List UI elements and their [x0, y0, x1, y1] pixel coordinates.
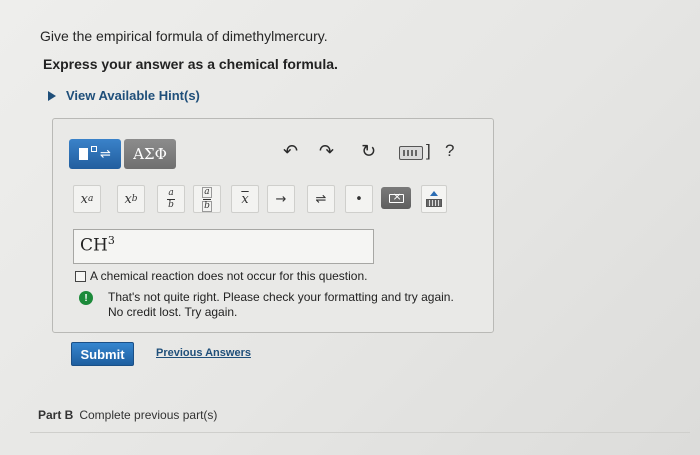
fraction-icon: a b: [167, 187, 175, 210]
subscript-key-base: x: [124, 191, 132, 207]
no-reaction-checkbox[interactable]: [75, 270, 86, 282]
no-reaction-option[interactable]: A chemical reaction does not occur for t…: [75, 269, 367, 283]
subscript-key-sub: b: [131, 194, 138, 204]
redo-icon[interactable]: ↷: [319, 141, 334, 162]
feedback-message: ! That's not quite right. Please check y…: [79, 290, 454, 320]
answer-panel: ⇌ ΑΣΦ ↶ ↷ ↻ ] ? xa xb a b a b x → ⇌ • × …: [52, 118, 494, 333]
chevron-up-icon: [430, 191, 438, 196]
box-fraction-icon: a b: [202, 186, 212, 212]
feedback-line-2: No credit lost. Try again.: [108, 305, 238, 319]
part-b-label: Part B: [38, 408, 74, 422]
keyboard-toggle-button[interactable]: [421, 185, 447, 213]
no-reaction-label: A chemical reaction does not occur for t…: [90, 269, 368, 283]
previous-answers-link[interactable]: Previous Answers: [156, 347, 251, 359]
box-fraction-num: a: [202, 186, 212, 198]
undo-icon[interactable]: ↶: [283, 141, 298, 162]
exclamation-icon: !: [79, 291, 93, 305]
dot-key[interactable]: •: [345, 185, 373, 213]
part-b-text: Complete previous part(s): [79, 408, 218, 422]
overline-key-label: x: [241, 191, 249, 207]
answer-superscript: 3: [107, 234, 115, 247]
subscript-key[interactable]: xb: [117, 185, 145, 213]
greek-symbols-button[interactable]: ΑΣΦ: [124, 139, 176, 169]
submit-button[interactable]: Submit: [71, 342, 134, 366]
answer-input[interactable]: CH3: [73, 229, 374, 264]
expand-triangle-icon: [48, 90, 56, 101]
keyboard-icon: [426, 199, 442, 207]
instruction-text: Express your answer as a chemical formul…: [43, 56, 338, 72]
fraction-num: a: [168, 187, 174, 198]
toolbar-top: ⇌ ΑΣΦ ↶ ↷ ↻ ] ?: [69, 139, 479, 169]
help-button[interactable]: ?: [445, 141, 454, 161]
equilibrium-key[interactable]: ⇌: [307, 185, 335, 213]
view-hints-label: View Available Hint(s): [66, 88, 200, 103]
superscript-key[interactable]: xa: [73, 185, 101, 213]
view-hints-link[interactable]: View Available Hint(s): [44, 88, 200, 103]
toolbar-keys: xa xb a b a b x → ⇌ •: [73, 185, 478, 213]
template-arrows-icon: ⇌: [100, 146, 111, 162]
template-superscript-icon: [91, 146, 98, 152]
reset-icon[interactable]: ↻: [361, 141, 376, 162]
backspace-icon: [388, 190, 404, 203]
overline-key[interactable]: x: [231, 185, 259, 213]
superscript-key-exp: a: [87, 194, 94, 204]
question-text: Give the empirical formula of dimethylme…: [40, 28, 328, 44]
answer-base: CH: [80, 235, 108, 256]
divider: [30, 432, 690, 433]
box-fraction-den: b: [202, 200, 212, 212]
fraction-den: b: [168, 199, 174, 210]
superscript-key-base: x: [80, 191, 88, 207]
keyboard-bracket: ]: [426, 141, 431, 160]
fraction-key[interactable]: a b: [157, 185, 185, 213]
keyboard-shortcuts-icon[interactable]: [399, 146, 423, 160]
template-box-icon: [79, 148, 89, 160]
delete-key[interactable]: [381, 187, 411, 209]
part-b-header: Part B Complete previous part(s): [38, 408, 217, 422]
arrow-right-key[interactable]: →: [267, 185, 295, 213]
box-fraction-key[interactable]: a b: [193, 185, 221, 213]
templates-button[interactable]: ⇌: [69, 139, 121, 169]
feedback-line-1: That's not quite right. Please check you…: [108, 290, 454, 304]
